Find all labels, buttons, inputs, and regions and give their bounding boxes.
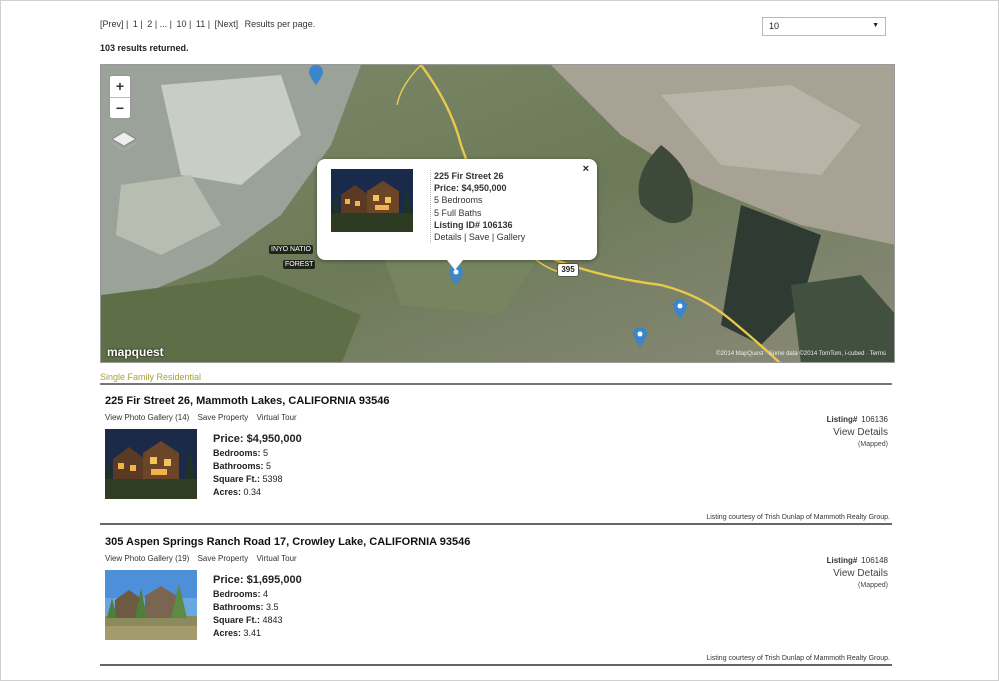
listing-meta: Listing# 106136 View Details (Mapped) [827, 415, 888, 448]
listing-price: Price: $4,950,000 [213, 433, 302, 445]
results-count: 103 results returned. [100, 43, 189, 53]
prev-page-link[interactable]: [Prev] [100, 19, 124, 29]
mapped-status: (Mapped) [858, 582, 888, 589]
map-pin-icon[interactable] [309, 65, 323, 85]
map-pin-icon[interactable] [673, 299, 687, 319]
pager-separator: | ... | [154, 19, 172, 29]
save-property-link[interactable]: Save Property [198, 554, 249, 563]
mapped-status: (Mapped) [858, 441, 888, 448]
listing-address[interactable]: 225 Fir Street 26, Mammoth Lakes, CALIFO… [105, 395, 389, 407]
route-shield: 395 [557, 263, 579, 277]
divider [100, 523, 892, 525]
map-pin-icon[interactable] [633, 327, 647, 347]
virtual-tour-link[interactable]: Virtual Tour [257, 413, 297, 422]
pager-separator: | [140, 19, 143, 29]
acres-value: 0.34 [243, 487, 262, 497]
bathrooms-label: Bathrooms: [213, 461, 264, 471]
listing-links: View Photo Gallery (19) Save Property Vi… [105, 554, 303, 563]
zoom-control: + − [109, 75, 131, 119]
bedrooms-label: Bedrooms: [213, 589, 261, 599]
map-view[interactable]: + − INYO NATIO FOREST 395 mapquest ©2014… [100, 64, 895, 363]
bedrooms-label: Bedrooms: [213, 448, 261, 458]
zoom-out-button[interactable]: − [110, 97, 130, 118]
divider [100, 664, 892, 666]
map-label-forest: INYO NATIO [269, 245, 313, 254]
divider [100, 383, 892, 385]
page-2-link[interactable]: 2 [147, 19, 152, 29]
layers-icon[interactable] [109, 125, 139, 155]
listing-links: View Photo Gallery (14) Save Property Vi… [105, 413, 303, 422]
per-page-label: Results per page. [244, 19, 316, 29]
listing-courtesy: Listing courtesy of Trish Dunlap of Mamm… [706, 514, 890, 521]
listing-photo[interactable] [105, 429, 197, 499]
popup-address: 225 Fir Street 26 [434, 171, 504, 181]
view-details-link[interactable]: View Details [827, 427, 888, 438]
virtual-tour-link[interactable]: Virtual Tour [257, 554, 297, 563]
listing-number-label: Listing# [826, 415, 858, 424]
sqft-value: 4843 [262, 615, 283, 625]
map-label-forest: FOREST [283, 260, 316, 269]
pager-separator: | [126, 19, 129, 29]
bathrooms-value: 5 [266, 461, 272, 471]
mapquest-logo: mapquest [107, 345, 164, 359]
results-per-page-select[interactable]: 10 ▼ [762, 17, 886, 36]
bathrooms-value: 3.5 [266, 602, 279, 612]
listing-address[interactable]: 305 Aspen Springs Ranch Road 17, Crowley… [105, 536, 470, 548]
view-photo-gallery-link[interactable]: View Photo Gallery (19) [105, 554, 189, 563]
popup-links[interactable]: Details | Save | Gallery [434, 231, 525, 243]
listing-number: 106136 [861, 415, 888, 424]
zoom-in-button[interactable]: + [110, 76, 130, 97]
next-page-link[interactable]: [Next] [215, 19, 239, 29]
view-photo-gallery-link[interactable]: View Photo Gallery (14) [105, 413, 189, 422]
sqft-value: 5398 [262, 474, 283, 484]
save-property-link[interactable]: Save Property [198, 413, 249, 422]
pagination: [Prev] | 1 | 2 | ... | 10 | 11 | [Next] … [100, 19, 317, 29]
popup-price: Price: $4,950,000 [434, 183, 507, 194]
listing-meta: Listing# 106148 View Details (Mapped) [827, 556, 888, 589]
sqft-label: Square Ft.: [213, 615, 261, 625]
sqft-label: Square Ft.: [213, 474, 261, 484]
bedrooms-value: 4 [263, 589, 269, 599]
bedrooms-value: 5 [263, 448, 269, 458]
acres-label: Acres: [213, 487, 242, 497]
bathrooms-label: Bathrooms: [213, 602, 264, 612]
pager-separator: | [189, 19, 192, 29]
popup-property-photo[interactable] [331, 169, 413, 232]
popup-listing-id: Listing ID# 106136 [434, 219, 513, 230]
page-11-link[interactable]: 11 [196, 19, 205, 29]
per-page-value: 10 [769, 21, 780, 31]
listing-photo[interactable] [105, 570, 197, 640]
listing-courtesy: Listing courtesy of Trish Dunlap of Mamm… [706, 655, 890, 662]
page-10-link[interactable]: 10 [177, 19, 187, 29]
page-1-link[interactable]: 1 [133, 19, 138, 29]
popup-baths: 5 Full Baths [434, 207, 482, 218]
popup-info: 225 Fir Street 26 Price: $4,950,000 5 Be… [430, 170, 525, 244]
pager-separator: | [207, 19, 211, 29]
listing-details: Price: $4,950,000 Bedrooms: 5 Bathrooms:… [213, 432, 302, 499]
acres-value: 3.41 [243, 628, 262, 638]
close-icon[interactable]: × [583, 163, 589, 175]
acres-label: Acres: [213, 628, 242, 638]
map-popup: × 225 Fir Street 26 Price: $4,950,000 5 … [317, 159, 597, 270]
listing-number-label: Listing# [826, 556, 858, 565]
listing-number: 106148 [861, 556, 888, 565]
map-copyright: ©2014 MapQuest · Some data ©2014 TomTom,… [716, 351, 886, 357]
popup-bedrooms: 5 Bedrooms [434, 195, 483, 206]
listing-details: Price: $1,695,000 Bedrooms: 4 Bathrooms:… [213, 573, 302, 640]
listing-price: Price: $1,695,000 [213, 574, 302, 586]
chevron-down-icon: ▼ [872, 22, 879, 29]
category-heading: Single Family Residential [100, 372, 202, 382]
view-details-link[interactable]: View Details [827, 568, 888, 579]
